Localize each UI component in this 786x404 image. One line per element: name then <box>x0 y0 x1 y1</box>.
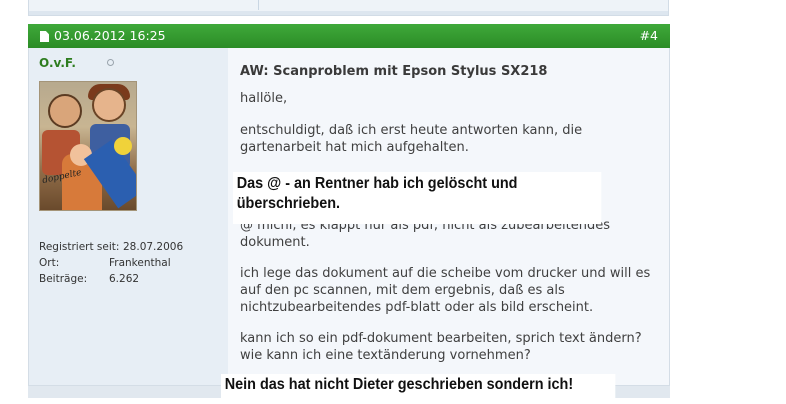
message-line: ich lege das dokument auf die scheibe vo… <box>240 266 651 281</box>
annotation-note-line: Das @ - an Rentner hab ich gelöscht und <box>236 175 518 192</box>
annotation-note-line: überschrieben. <box>236 195 341 212</box>
offline-dot-icon <box>107 59 114 66</box>
stat-value-registered: 28.07.2006 <box>123 241 184 253</box>
message-line: entschuldigt, daß ich erst heute antwort… <box>240 123 583 138</box>
user-name-link[interactable]: O.v.F. <box>39 56 76 70</box>
message-line: dokument. <box>240 235 310 250</box>
message-line: gartenarbeit hat mich aufgehalten. <box>240 140 469 155</box>
previous-post-divider <box>258 0 259 10</box>
document-icon <box>40 31 49 42</box>
avatar-figure-left-head <box>48 94 82 128</box>
message-line: nichtzubearbeitendes pdf-blatt oder als … <box>240 300 594 315</box>
message-line: wie kann ich eine textänderung vornehmen… <box>240 348 531 363</box>
stat-value-posts: 6.262 <box>109 273 140 285</box>
post-header: 03.06.2012 16:25 #4 <box>28 24 670 48</box>
post-title: AW: Scanproblem mit Epson Stylus SX218 <box>240 64 548 79</box>
post-date: 03.06.2012 16:25 <box>54 28 166 43</box>
annotation-note-deleted: Das @ - an Rentner hab ich gelöscht und … <box>233 172 602 224</box>
stat-label-registered: Registriert seit: <box>39 241 120 253</box>
stat-label-posts: Beiträge: <box>39 273 88 285</box>
avatar-figure-right-head <box>92 88 126 122</box>
user-avatar[interactable]: doppelte <box>39 81 137 211</box>
stat-label-location: Ort: <box>39 257 60 269</box>
message-line: hallöle, <box>240 91 288 106</box>
previous-post-footer <box>29 11 668 15</box>
post-number-link[interactable]: #4 <box>640 24 658 48</box>
avatar-school-cone-top <box>114 137 132 155</box>
message-line: auf den pc scannen, mit dem ergebnis, da… <box>240 283 565 298</box>
stat-value-location: Frankenthal <box>109 257 171 269</box>
annotation-note-author: Nein das hat nicht Dieter geschrieben so… <box>221 374 616 398</box>
previous-post-remnant <box>28 0 669 16</box>
message-line: kann ich so ein pdf-dokument bearbeiten,… <box>240 331 642 346</box>
user-info-panel: O.v.F. doppelte Registriert seit: 28.07.… <box>28 48 228 398</box>
